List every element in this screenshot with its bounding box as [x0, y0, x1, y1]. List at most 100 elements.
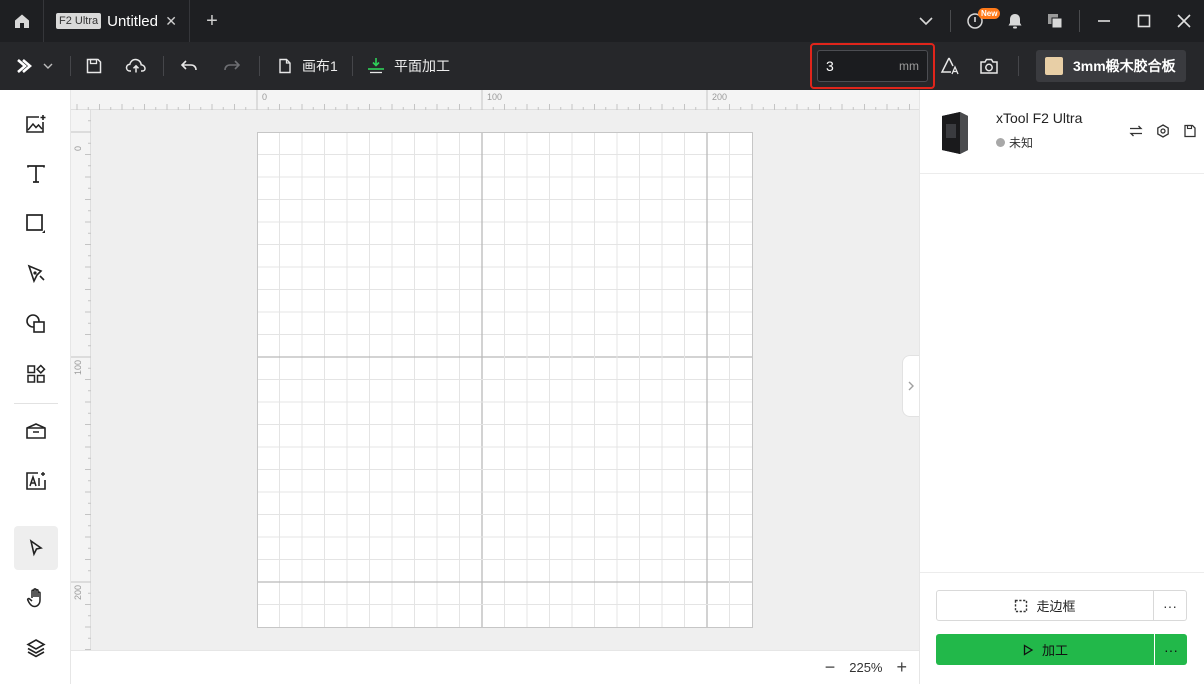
cloud-upload-button[interactable] [125, 54, 147, 78]
hand-icon [26, 588, 41, 608]
panel-collapse-handle[interactable] [902, 355, 919, 417]
material-selector[interactable]: 3mm椴木胶合板 [1036, 50, 1186, 82]
ruler-label: 200 [73, 584, 83, 600]
close-tab-icon[interactable]: ✕ [165, 13, 177, 30]
ai-tool-button[interactable] [14, 459, 58, 503]
device-badge: F2 Ultra [56, 13, 102, 29]
status-dot [996, 138, 1005, 147]
horizontal-ruler: 0 100 200 [71, 90, 919, 110]
divider [950, 10, 951, 32]
image-add-icon [26, 115, 46, 133]
layers-icon [26, 639, 46, 658]
save-button[interactable] [85, 54, 103, 78]
zoom-out-button[interactable]: − [825, 658, 836, 676]
zoom-control: − 225% + [825, 658, 907, 676]
image-tool-button[interactable] [14, 102, 58, 146]
device-card: xTool F2 Ultra 未知 [920, 90, 1204, 174]
cloud-upload-icon [125, 58, 146, 73]
xtool-logo-icon [17, 59, 32, 73]
home-button[interactable] [0, 0, 44, 42]
canvas-workspace[interactable]: 0 100 200 0 100 200 [71, 90, 919, 650]
device-status: 未知 [996, 134, 1033, 151]
pan-tool-button[interactable] [14, 576, 58, 620]
chevron-right-icon [908, 381, 914, 391]
pen-tool-button[interactable] [14, 252, 58, 296]
process-button[interactable]: 加工 [936, 634, 1154, 665]
device-name: xTool F2 Ultra [996, 110, 1083, 126]
tabs-dropdown-button[interactable] [906, 0, 946, 42]
ai-icon [26, 472, 46, 490]
undo-button[interactable] [180, 54, 198, 78]
status-bar: − 225% + [71, 650, 919, 684]
play-icon [1022, 643, 1034, 656]
ruler-ticks [71, 120, 91, 650]
flat-processing-icon [368, 58, 384, 74]
cursor-icon [29, 539, 43, 557]
process-more-button[interactable]: ··· [1155, 634, 1187, 665]
divider [352, 56, 353, 76]
ruler-label: 100 [487, 92, 503, 102]
close-window-button[interactable] [1164, 0, 1204, 42]
title-bar: F2 Ultra Untitled ✕ + New [0, 0, 1204, 42]
ruler-label: 0 [262, 92, 268, 102]
minimize-icon [1098, 20, 1110, 22]
frame-button[interactable]: 走边框 [936, 590, 1154, 621]
divider [920, 572, 1204, 573]
auto-measure-button[interactable] [940, 54, 960, 78]
text-tool-button[interactable] [14, 152, 58, 196]
layers-button[interactable] [14, 626, 58, 670]
camera-button[interactable] [979, 54, 999, 78]
switch-device-icon[interactable] [1129, 124, 1143, 138]
box-design-icon [26, 423, 46, 439]
process-mode-label: 平面加工 [394, 58, 450, 74]
zoom-in-button[interactable]: + [896, 658, 907, 676]
new-tab-button[interactable]: + [200, 10, 224, 34]
device-settings-icon[interactable] [1156, 124, 1170, 138]
apps-icon [27, 364, 46, 383]
window-controls: New [906, 0, 1204, 42]
frame-more-button[interactable]: ··· [1154, 590, 1187, 621]
document-icon [279, 58, 291, 74]
canvas-name: 画布1 [302, 58, 338, 74]
update-button[interactable]: New [955, 0, 1001, 42]
ruler-label: 0 [73, 145, 83, 151]
maximize-button[interactable] [1124, 0, 1164, 42]
material-swatch [1045, 57, 1063, 75]
canvas-selector[interactable]: 画布1 [278, 54, 338, 78]
vertical-ruler: 0 100 200 [71, 110, 91, 650]
app-menu-button[interactable] [16, 54, 53, 78]
shape-tool-button[interactable] [14, 202, 58, 246]
document-tab[interactable]: F2 Ultra Untitled ✕ [44, 0, 190, 42]
work-area-grid[interactable] [257, 132, 754, 629]
elements-library-button[interactable] [14, 352, 58, 396]
device-file-icon[interactable] [1183, 124, 1197, 138]
text-icon [27, 165, 45, 183]
tool-sidebar [0, 90, 71, 684]
material-thickness-input[interactable]: 3 mm [817, 50, 928, 82]
redo-icon [224, 60, 241, 71]
device-status-text: 未知 [1009, 136, 1034, 150]
notifications-button[interactable] [995, 0, 1035, 42]
divider [1079, 10, 1080, 32]
ruler-label: 100 [73, 359, 83, 375]
redo-button[interactable] [223, 54, 241, 78]
project-library-button[interactable] [14, 409, 58, 453]
frame-icon [1014, 599, 1028, 613]
camera-icon [980, 58, 998, 74]
process-mode-selector[interactable]: 平面加工 [366, 54, 450, 78]
shapes-library-button[interactable] [14, 302, 58, 346]
main-toolbar: 画布1 平面加工 3 mm 3mm椴木胶合板 [0, 42, 1204, 90]
divider [163, 56, 164, 76]
select-tool-button[interactable] [14, 526, 58, 570]
divider [14, 403, 58, 404]
right-panel: xTool F2 Ultra 未知 走边框 ··· 加工 ··· [919, 90, 1204, 684]
device-image-icon [942, 112, 968, 154]
shapes-icon [26, 314, 45, 333]
divider [259, 56, 260, 76]
minimize-button[interactable] [1084, 0, 1124, 42]
frame-label: 走边框 [1036, 599, 1076, 614]
chevron-down-icon [919, 17, 933, 26]
multi-window-button[interactable] [1035, 0, 1075, 42]
zoom-level[interactable]: 225% [849, 660, 882, 675]
device-actions [1129, 124, 1197, 138]
